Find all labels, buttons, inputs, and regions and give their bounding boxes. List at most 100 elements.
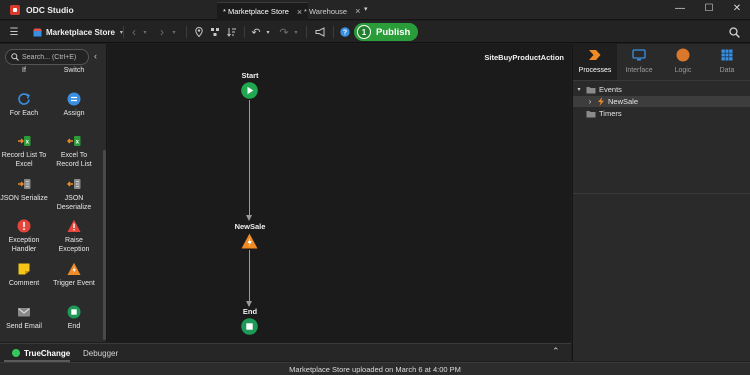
start-node-icon[interactable] xyxy=(241,82,258,99)
close-tab-icon[interactable]: × xyxy=(355,6,360,16)
search-icon[interactable] xyxy=(729,27,740,38)
tab-label: Interface xyxy=(625,67,653,74)
toolbox-item-json-serialize[interactable]: JSON Serialize xyxy=(0,177,48,203)
toolbox-search[interactable] xyxy=(5,49,89,65)
forward-icon[interactable]: › xyxy=(157,21,167,43)
toolbox-item-label: JSON Deserialize xyxy=(56,195,92,211)
send-email-icon xyxy=(18,308,30,317)
toolbox-scrollbar[interactable] xyxy=(103,150,106,340)
record-list-to-excel-icon: x xyxy=(18,136,31,146)
toolbox-item-raise-exception[interactable]: Raise Exception xyxy=(50,219,98,254)
module-tree-icon[interactable] xyxy=(210,27,220,37)
collapse-toolbox-icon[interactable]: ‹ xyxy=(94,51,97,61)
menu-icon[interactable]: ☰ xyxy=(7,21,21,43)
tree-item-label: Events xyxy=(599,85,622,94)
undo-history-chevron-icon[interactable]: ▾ xyxy=(264,21,272,43)
toolbox-item-label: Comment xyxy=(8,280,40,287)
status-bar: Marketplace Store uploaded on March 6 at… xyxy=(0,362,750,375)
start-node-label: Start xyxy=(241,71,259,80)
expand-panel-icon[interactable]: ⌃ xyxy=(552,346,560,357)
toolbox-item-label: JSON Serialize xyxy=(0,195,48,202)
odc-logo-icon xyxy=(10,4,20,15)
svg-text:?: ? xyxy=(343,30,347,37)
toolbox-search-input[interactable] xyxy=(22,53,88,61)
toolbox-item-trigger-event[interactable]: Trigger Event xyxy=(50,262,98,288)
tab-label: TrueChange xyxy=(24,348,71,358)
elements-panel: Processes Interface Logic Data ▾ Events xyxy=(572,44,750,361)
toolbox-item-if[interactable]: If xyxy=(0,66,48,75)
back-icon[interactable]: ‹ xyxy=(129,21,139,43)
toolbox-item-for-each[interactable]: For Each xyxy=(0,92,48,118)
flow-connector xyxy=(249,100,250,216)
publish-step-badge: 1 xyxy=(357,25,371,39)
help-icon[interactable]: ? xyxy=(340,27,350,37)
properties-divider[interactable] xyxy=(573,193,750,194)
toolbox-item-json-deserialize[interactable]: JSON Deserialize xyxy=(50,177,98,212)
tab-processes[interactable]: Processes xyxy=(573,44,617,80)
app-selector-label: Marketplace Store xyxy=(46,27,115,37)
logic-icon xyxy=(676,48,690,62)
tree-item-label: Timers xyxy=(599,109,622,118)
toolbox-item-end[interactable]: End xyxy=(50,305,98,331)
flow-connector xyxy=(249,250,250,306)
announcement-icon[interactable] xyxy=(315,27,327,37)
toolbox-item-send-email[interactable]: Send Email xyxy=(0,305,48,331)
tab-logic[interactable]: Logic xyxy=(661,44,705,80)
comment-icon xyxy=(18,263,30,275)
newsale-node-label: NewSale xyxy=(234,222,266,231)
back-history-chevron-icon[interactable]: ▾ xyxy=(141,21,149,43)
tab-debugger[interactable]: Debugger xyxy=(83,344,118,362)
json-serialize-icon xyxy=(18,179,31,189)
toolbox-item-switch[interactable]: Switch xyxy=(50,66,98,75)
for-each-icon xyxy=(18,93,30,105)
truechange-status-icon xyxy=(12,349,20,357)
expand-icon[interactable]: › xyxy=(585,97,595,106)
close-window-icon[interactable]: ✕ xyxy=(730,3,744,14)
app-selector[interactable]: Marketplace Store ▾ xyxy=(33,21,123,43)
toolbox-item-record-list-to-excel[interactable]: x Record List To Excel xyxy=(0,134,48,169)
exception-handler-icon xyxy=(17,219,31,233)
forward-history-chevron-icon[interactable]: ▾ xyxy=(170,21,178,43)
toolbox-item-exception-handler[interactable]: Exception Handler xyxy=(0,219,48,254)
folder-icon xyxy=(586,86,596,93)
tabs-divider xyxy=(573,80,750,81)
tab-interface[interactable]: Interface xyxy=(617,44,661,80)
excel-to-record-list-icon: x xyxy=(67,136,81,146)
json-deserialize-icon xyxy=(67,179,81,189)
tab-data[interactable]: Data xyxy=(705,44,749,80)
location-pin-icon[interactable] xyxy=(195,27,203,37)
toolbox-item-label: Exception Handler xyxy=(8,237,40,253)
toolbox-item-excel-to-record-list[interactable]: x Excel To Record List xyxy=(50,134,98,169)
toolbox-item-label: For Each xyxy=(9,110,39,117)
event-icon xyxy=(598,97,604,106)
trigger-event-node-icon[interactable] xyxy=(241,233,258,249)
end-node-icon[interactable] xyxy=(241,318,258,335)
redo-icon[interactable]: ↷ xyxy=(279,21,289,43)
maximize-icon[interactable]: ☐ xyxy=(702,3,716,14)
tree-item-timers[interactable]: Timers xyxy=(573,108,750,119)
tab-label: Data xyxy=(719,67,735,74)
undo-icon[interactable]: ↶ xyxy=(251,21,261,43)
tab-warehouse[interactable]: * Warehouse × xyxy=(298,2,366,20)
expand-icon[interactable]: ▾ xyxy=(574,86,584,93)
redo-history-chevron-icon[interactable]: ▾ xyxy=(292,21,300,43)
flow-arrow-icon xyxy=(246,215,252,221)
toolbox-item-label: Record List To Excel xyxy=(1,152,47,168)
sort-icon[interactable] xyxy=(227,27,237,37)
tree-item-events[interactable]: ▾ Events xyxy=(573,84,750,95)
tree-item-label: NewSale xyxy=(608,97,639,106)
status-message: Marketplace Store uploaded on March 6 at… xyxy=(289,364,461,374)
toolbox-item-label: If xyxy=(22,67,26,74)
tree-item-newsale[interactable]: › NewSale xyxy=(573,96,750,107)
publish-button[interactable]: 1 Publish xyxy=(354,23,418,41)
toolbar-divider xyxy=(244,26,245,38)
tab-list-dropdown-icon[interactable]: ▾ xyxy=(364,5,368,13)
minimize-icon[interactable]: — xyxy=(673,3,687,14)
toolbox-item-assign[interactable]: Assign xyxy=(50,92,98,118)
tab-marketplace-store[interactable]: * Marketplace Store × xyxy=(217,2,309,20)
end-node-label: End xyxy=(242,307,258,316)
flow-canvas[interactable]: SiteBuyProductAction Start NewSale End xyxy=(108,44,571,342)
title-bar: ODC Studio xyxy=(0,0,750,20)
toolbox-item-comment[interactable]: Comment xyxy=(0,262,48,288)
tab-label: * Warehouse xyxy=(304,6,348,16)
